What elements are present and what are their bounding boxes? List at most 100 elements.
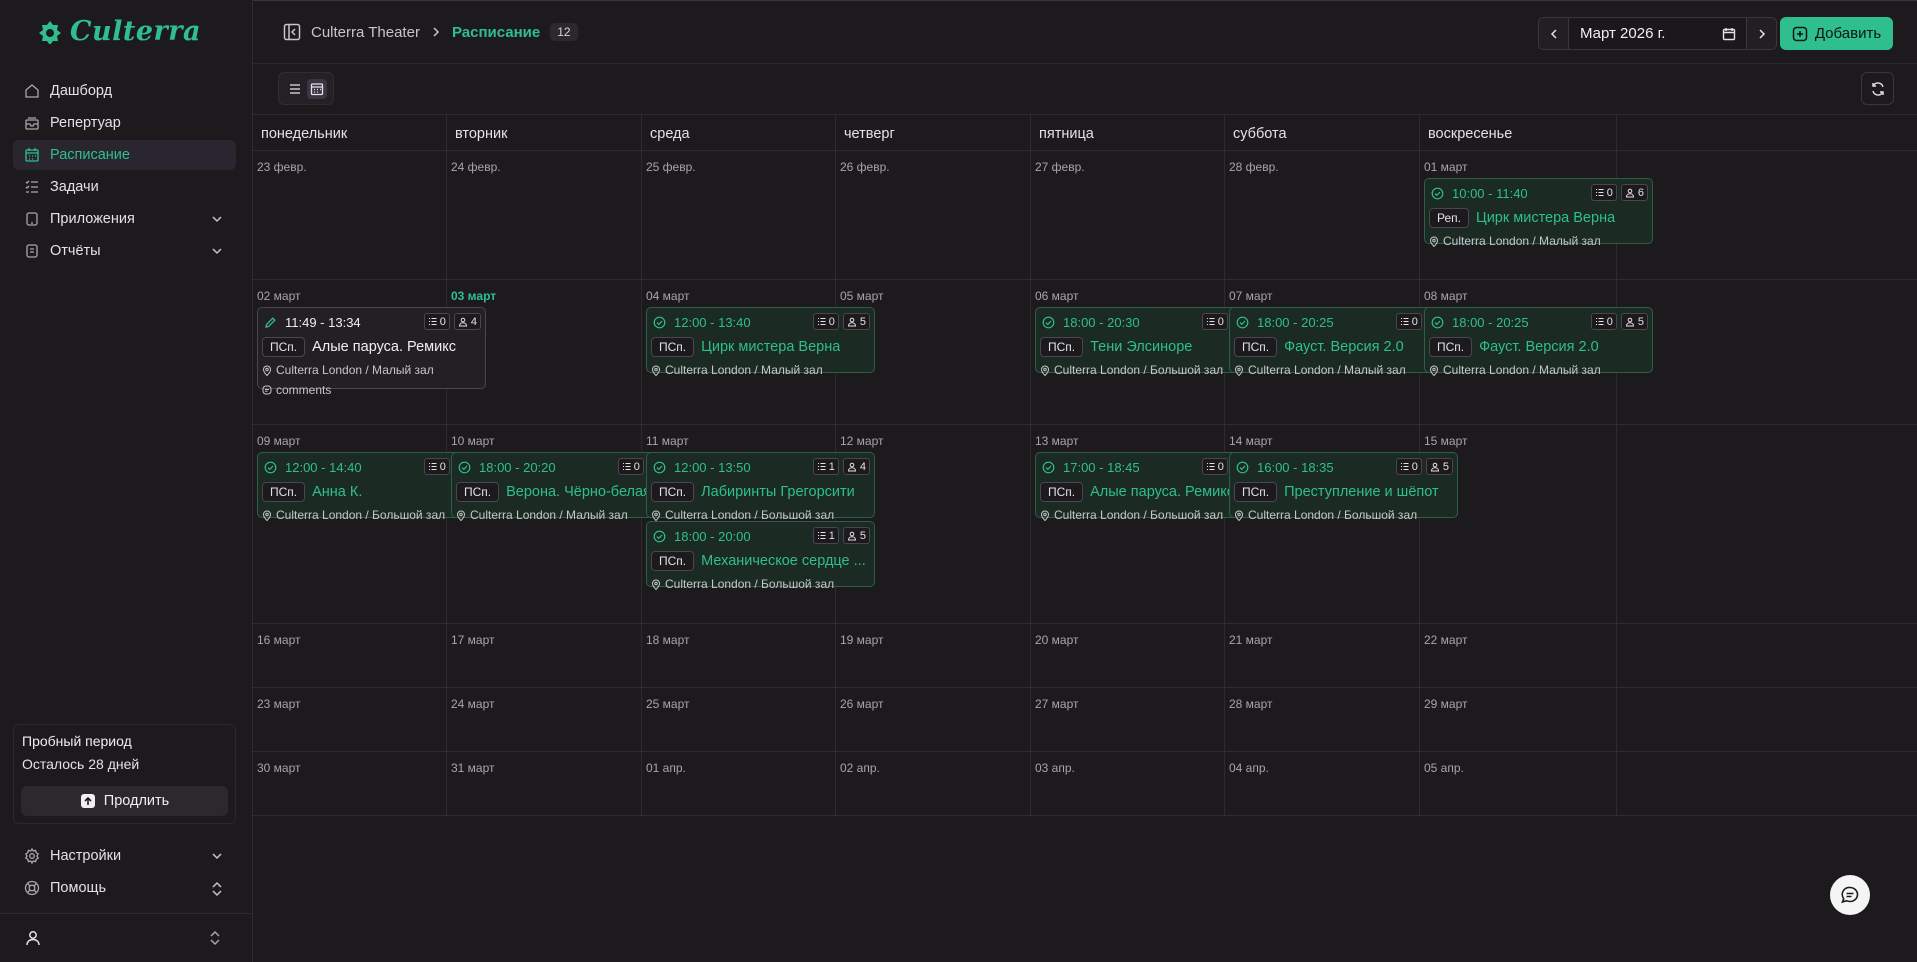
event-tasks-badge[interactable]: 0	[1395, 313, 1422, 330]
calendar-day-cell[interactable]: 07 март18:00 - 20:2505ПСп.Фауст. Версия …	[1225, 280, 1458, 424]
calendar-day-cell[interactable]: 20 март	[1031, 624, 1225, 687]
calendar-day-cell[interactable]: 21 март	[1225, 624, 1420, 687]
calendar-day-cell[interactable]: 04 апр.	[1225, 752, 1420, 815]
event-tasks-badge[interactable]: 0	[1590, 184, 1617, 201]
calendar-day-cell[interactable]: 03 март	[447, 280, 642, 424]
refresh-button[interactable]	[1861, 72, 1894, 105]
add-button[interactable]: Добавить	[1780, 17, 1893, 50]
calendar-day-cell[interactable]: 06 март18:00 - 20:3005ПСп.Тени ЭлсинореC…	[1031, 280, 1264, 424]
calendar-day-cell[interactable]: 02 март 11:49 - 13:34 0 4 ПСп. Алые паруса. Р…	[253, 280, 486, 424]
calendar-day-cell[interactable]: 22 март	[1420, 624, 1617, 687]
event-tasks-badge[interactable]: 0	[617, 458, 644, 475]
calendar-day-cell[interactable]: 12 март	[836, 425, 1031, 623]
calendar-day-cell[interactable]: 29 март	[1420, 688, 1617, 751]
calendar-day-cell[interactable]: 25 февр.	[642, 151, 836, 279]
event-tasks-badge[interactable]: 0	[1201, 458, 1228, 475]
chevron-updown-icon[interactable]	[208, 929, 222, 947]
calendar-day-cell[interactable]: 16 март	[253, 624, 447, 687]
sidebar-item-reports[interactable]: Отчёты	[13, 236, 236, 266]
sidebar-item-dashboard[interactable]: Дашборд	[13, 76, 236, 106]
event-tasks-count: 0	[1606, 186, 1613, 199]
chevron-down-icon[interactable]	[210, 212, 224, 226]
calendar-day-cell[interactable]: 31 март	[447, 752, 642, 815]
calendar-day-cell[interactable]: 23 март	[253, 688, 447, 751]
calendar-day-cell[interactable]: 27 март	[1031, 688, 1225, 751]
calendar-day-cell[interactable]: 13 март17:00 - 18:4504ПСп.Алые паруса. Р…	[1031, 425, 1264, 623]
calendar-week-row: 23 март 24 март 25 март 26 март 27 март 28 ма…	[253, 688, 1917, 752]
event-time-row: 18:00 - 20:25	[1236, 313, 1334, 331]
calendar-day-cell[interactable]: 17 март	[447, 624, 642, 687]
calendar-day-cell[interactable]: 01 март 10:00 - 11:40 0 6 Реп. Цирк мистера В…	[1420, 151, 1653, 279]
calendar-day-cell[interactable]: 30 март	[253, 752, 447, 815]
sidebar-item-label: Настройки	[50, 848, 122, 864]
event-tasks-badge[interactable]: 0	[812, 313, 839, 330]
calendar-day-cell[interactable]: 05 апр.	[1420, 752, 1617, 815]
sidebar-item-schedule[interactable]: Расписание	[13, 140, 236, 170]
calendar-day-cell[interactable]: 25 март	[642, 688, 836, 751]
event-card[interactable]: 18:00 - 20:2505ПСп.Фауст. Версия 2.0Cult…	[1424, 307, 1653, 377]
event-tasks-badge[interactable]: 0	[1395, 458, 1422, 475]
event-people-badge[interactable]: 5	[1620, 313, 1648, 330]
event-tasks-badge[interactable]: 0	[1201, 313, 1228, 330]
event-comments-row[interactable]: comments	[262, 383, 331, 397]
calendar-day-cell[interactable]: 01 апр.	[642, 752, 836, 815]
calendar-day-cell[interactable]: 11 март 12:00 - 13:50 1 4 ПСп. Лабиринты Грег…	[642, 425, 875, 623]
calendar-day-cell[interactable]: 05 март	[836, 280, 1031, 424]
chevron-updown-icon[interactable]	[210, 881, 224, 897]
logo[interactable]: Culterra	[38, 16, 201, 47]
calendar-picker-icon[interactable]	[1722, 27, 1736, 41]
event-tasks-badge[interactable]: 1	[812, 458, 839, 475]
user-icon[interactable]	[24, 929, 42, 947]
calendar-day-cell[interactable]: 28 март	[1225, 688, 1420, 751]
calendar-day-cell[interactable]: 03 апр.	[1031, 752, 1225, 815]
sidebar-toggle-icon[interactable]	[283, 23, 301, 41]
task-list-icon	[817, 462, 826, 471]
event-card[interactable]: 10:00 - 11:40 0 6 Реп. Цирк мистера Верна Cul…	[1424, 178, 1653, 248]
calendar-day-cell[interactable]: 27 февр.	[1031, 151, 1225, 279]
next-month-button[interactable]	[1746, 17, 1777, 50]
calendar-day-cell[interactable]: 26 февр.	[836, 151, 1031, 279]
prev-month-button[interactable]	[1538, 17, 1569, 50]
calendar-day-cell[interactable]: 23 февр.	[253, 151, 447, 279]
sidebar-item-help[interactable]: Помощь	[13, 873, 236, 903]
extend-button[interactable]: Продлить	[21, 786, 228, 816]
chevron-down-icon[interactable]	[210, 244, 224, 258]
calendar-day-cell[interactable]: 09 март12:00 - 14:4005ПСп.Анна К.Culterr…	[253, 425, 486, 623]
calendar-day-cell[interactable]: 02 апр.	[836, 752, 1031, 815]
day-date-label: 05 апр.	[1424, 761, 1464, 775]
calendar-day-cell[interactable]: 24 март	[447, 688, 642, 751]
event-people-count: 6	[1637, 186, 1644, 199]
month-picker[interactable]: Март 2026 г.	[1569, 17, 1746, 50]
breadcrumb-theater[interactable]: Culterra Theater	[311, 24, 420, 41]
sidebar-item-tasks[interactable]: Задачи	[13, 172, 236, 202]
calendar-day-cell[interactable]: 08 март 18:00 - 20:25 0 5 ПСп. Фауст. Версия …	[1420, 280, 1653, 424]
sidebar-item-repertoire[interactable]: Репертуар	[13, 108, 236, 138]
chevron-down-icon[interactable]	[210, 849, 224, 863]
sidebar-item-settings[interactable]: Настройки	[13, 841, 236, 871]
day-date-label: 12 март	[840, 434, 884, 448]
calendar-day-cell[interactable]: 26 март	[836, 688, 1031, 751]
event-location-row: Culterra London / Малый зал	[651, 363, 823, 377]
calendar-day-cell[interactable]: 04 март 12:00 - 13:40 0 5 ПСп. Цирк мистера В…	[642, 280, 875, 424]
event-tasks-badge[interactable]: 1	[812, 527, 839, 544]
calendar-view-button[interactable]	[307, 78, 327, 99]
calendar-day-cell[interactable]: 15 март	[1420, 425, 1617, 623]
calendar-day-cell[interactable]: 28 февр.	[1225, 151, 1420, 279]
event-time: 11:49 - 13:34	[285, 314, 361, 330]
calendar-day-cell[interactable]: 18 март	[642, 624, 836, 687]
event-people-badge[interactable]: 6	[1620, 184, 1648, 201]
calendar-week-row: 16 март 17 март 18 март 19 март 20 март 21 ма…	[253, 624, 1917, 688]
calendar-day-cell[interactable]: 19 март	[836, 624, 1031, 687]
event-tasks-badge[interactable]: 0	[1590, 313, 1617, 330]
calendar-day-cell[interactable]: 10 март18:00 - 20:2005ПСп.Верона. Чёрно-…	[447, 425, 680, 623]
event-tasks-badge[interactable]: 0	[423, 458, 450, 475]
calendar-day-cell[interactable]: 14 март 16:00 - 18:35 0 5 ПСп. Преступление и…	[1225, 425, 1458, 623]
event-tasks-badge[interactable]: 0	[423, 313, 450, 330]
location-pin-icon	[651, 579, 661, 590]
calendar-day-cell[interactable]: 24 февр.	[447, 151, 642, 279]
list-view-button[interactable]	[285, 79, 305, 99]
report-icon	[24, 243, 40, 259]
sidebar-item-apps[interactable]: Приложения	[13, 204, 236, 234]
event-title: Преступление и шёпот	[1284, 484, 1439, 500]
chat-button[interactable]	[1830, 875, 1870, 915]
